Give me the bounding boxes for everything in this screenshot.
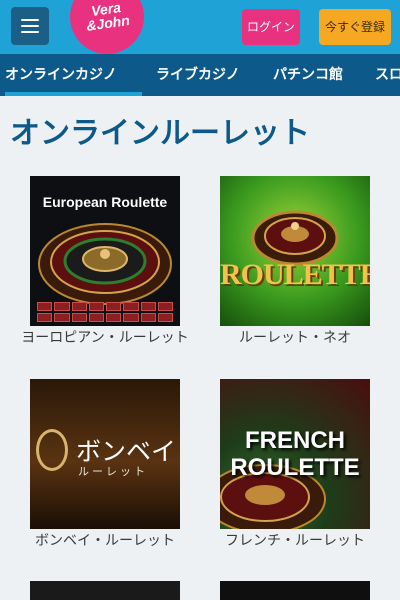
game-caption[interactable]: フレンチ・ルーレット <box>200 531 390 551</box>
tile-title: FRENCH ROULETTE <box>220 427 370 481</box>
tab-pachinko[interactable]: パチンコ館 <box>273 54 343 96</box>
bombay-logo-icon <box>36 429 68 471</box>
roulette-wheel-icon <box>251 210 339 266</box>
game-tile-european-roulette[interactable]: European Roulette <box>30 176 180 326</box>
game-tile-partial[interactable] <box>220 581 370 600</box>
hamburger-menu-icon[interactable] <box>11 7 49 45</box>
tab-live-casino[interactable]: ライブカジノ <box>156 54 240 96</box>
betting-grid-row <box>36 313 174 322</box>
tile-subtitle: ルーレット <box>78 465 148 478</box>
tile-title: ROULETTE <box>220 258 370 291</box>
game-caption[interactable]: ルーレット・ネオ <box>200 328 390 348</box>
tile-title-line-1: FRENCH <box>245 427 345 454</box>
game-caption[interactable]: ヨーロピアン・ルーレット <box>10 328 200 348</box>
menu-bar <box>21 31 39 33</box>
game-tile-partial[interactable] <box>30 581 180 600</box>
page-title: オンラインルーレット <box>10 116 310 151</box>
tile-title-line-2: ROULETTE <box>230 454 360 481</box>
login-button[interactable]: ログイン <box>242 9 300 45</box>
game-tile-roulette-neo[interactable]: ROULETTE <box>220 176 370 326</box>
category-nav: オンラインカジノ ライブカジノ パチンコ館 スロ <box>0 54 400 96</box>
menu-bar <box>21 25 39 27</box>
tab-slots[interactable]: スロ <box>375 54 400 96</box>
register-button[interactable]: 今すぐ登録 <box>319 9 391 45</box>
game-caption[interactable]: ボンベイ・ルーレット <box>10 531 200 551</box>
vera-john-logo[interactable]: Vera &John <box>70 0 144 54</box>
betting-grid-row <box>36 302 174 311</box>
game-tile-french-roulette[interactable]: FRENCH ROULETTE <box>220 379 370 529</box>
site-header: Vera &John ログイン 今すぐ登録 <box>0 0 400 54</box>
logo-text: Vera &John <box>68 0 145 35</box>
menu-bar <box>21 19 39 21</box>
tab-online-casino[interactable]: オンラインカジノ <box>5 54 142 96</box>
game-tile-bombay-roulette[interactable]: ボンベイ ルーレット <box>30 379 180 529</box>
